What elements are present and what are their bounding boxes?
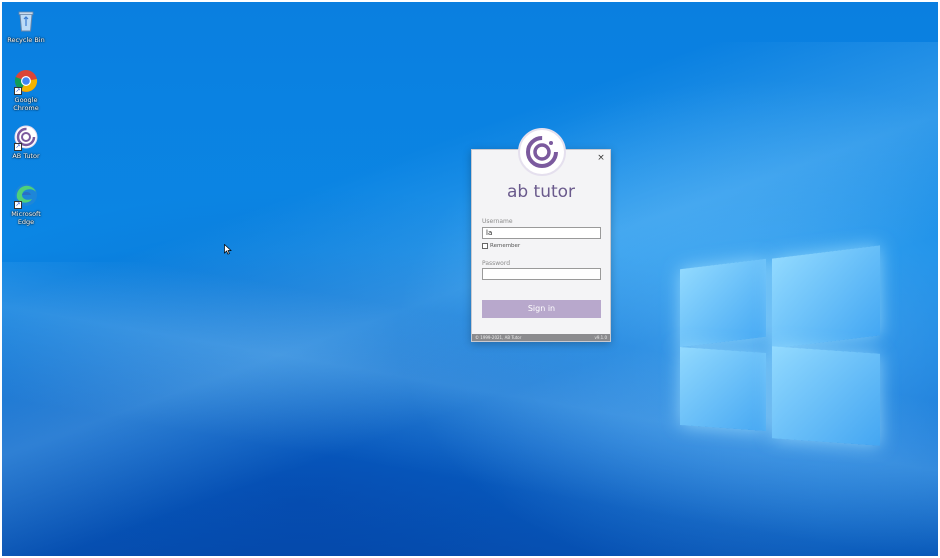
ab-tutor-logo-icon — [518, 128, 566, 176]
password-label: Password — [482, 260, 511, 267]
desktop-icon-chrome[interactable]: ↗ Google Chrome — [6, 68, 46, 112]
login-footer: © 1999-2021, AB Tutor v9.1.0 — [472, 334, 610, 341]
edge-icon: ↗ — [13, 182, 39, 209]
version-text: v9.1.0 — [594, 335, 607, 340]
copyright-text: © 1999-2021, AB Tutor — [475, 335, 522, 340]
desktop-icon-label: Microsoft Edge — [11, 210, 41, 226]
logo-pane — [680, 258, 766, 348]
shortcut-arrow-icon: ↗ — [14, 87, 22, 95]
shortcut-arrow-icon: ↗ — [14, 143, 22, 151]
sign-in-button[interactable]: Sign in — [482, 300, 601, 318]
windows-logo — [678, 242, 884, 452]
mouse-cursor-icon — [224, 244, 232, 255]
desktop-icon-label: Google Chrome — [13, 96, 39, 112]
logo-pane — [680, 346, 766, 432]
password-input[interactable] — [482, 268, 601, 280]
remember-checkbox[interactable] — [482, 243, 488, 249]
logo-pane — [772, 245, 880, 349]
app-title: ab tutor — [506, 182, 576, 202]
logo-pane — [772, 346, 880, 446]
desktop-icon-label: Recycle Bin — [7, 36, 45, 44]
ab-tutor-icon: ↗ — [13, 124, 39, 151]
close-button[interactable]: × — [596, 153, 606, 163]
username-label: Username — [482, 218, 513, 225]
desktop-icon-label: AB Tutor — [12, 152, 40, 160]
desktop-icon-recycle-bin[interactable]: Recycle Bin — [6, 8, 46, 44]
desktop: Recycle Bin ↗ Google Chrome ↗ AB Tutor ↗… — [2, 2, 938, 556]
shortcut-arrow-icon: ↗ — [14, 201, 22, 209]
desktop-icon-edge[interactable]: ↗ Microsoft Edge — [6, 182, 46, 226]
desktop-icon-ab-tutor[interactable]: ↗ AB Tutor — [6, 124, 46, 160]
login-window: × ab tutor Username la Remember Password… — [471, 128, 611, 342]
chrome-icon: ↗ — [13, 68, 39, 95]
recycle-bin-icon — [13, 8, 39, 34]
username-input[interactable]: la — [482, 227, 601, 239]
remember-label: Remember — [490, 243, 521, 249]
remember-row[interactable]: Remember — [482, 242, 520, 250]
